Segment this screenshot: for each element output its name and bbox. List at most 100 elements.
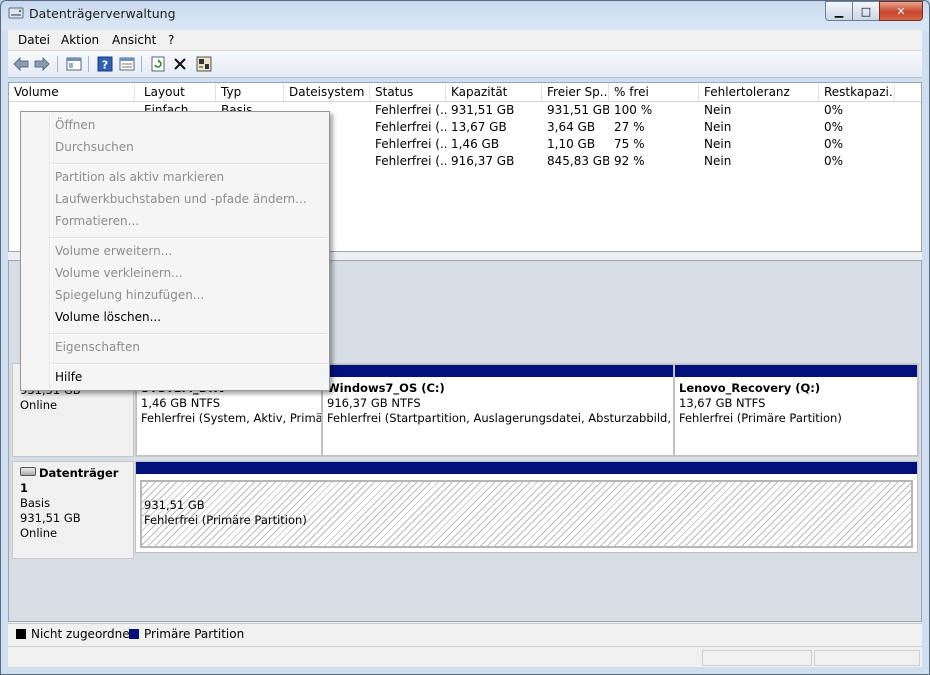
cell-kapazitaet: 1,46 GB <box>451 137 500 151</box>
cell-rest: 0% <box>824 154 844 168</box>
cell-frei: 3,64 GB <box>547 120 596 134</box>
context-menu: Öffnen Durchsuchen Partition als aktiv m… <box>20 111 330 391</box>
partition-selected-hatch: 931,51 GB Fehlerfrei (Primäre Partition) <box>140 480 913 548</box>
close-icon: ✕ <box>896 4 906 18</box>
partition-lenovo-recovery[interactable]: Lenovo_Recovery (Q:) 13,67 GB NTFS Fehle… <box>674 364 918 456</box>
menu-aktion[interactable]: Aktion <box>61 33 99 47</box>
status-cell <box>814 650 920 666</box>
close-button[interactable]: ✕ <box>879 1 923 21</box>
refresh-icon[interactable] <box>149 55 167 73</box>
column-header-status[interactable]: Status <box>370 83 446 101</box>
column-header-volume[interactable]: Volume <box>9 83 135 101</box>
properties-icon[interactable] <box>118 55 136 73</box>
menu-item-eigenschaften[interactable]: Eigenschaften <box>55 340 140 354</box>
cell-status: Fehlerfrei (... <box>375 103 446 117</box>
forward-icon[interactable] <box>33 55 51 73</box>
context-menu-gutter <box>49 114 51 388</box>
menu-item-partition-aktiv[interactable]: Partition als aktiv markieren <box>55 170 224 184</box>
cell-fehlertoleranz: Nein <box>704 120 732 134</box>
partition-status: Fehlerfrei (Primäre Partition) <box>679 411 842 425</box>
cell-prozent: 27 % <box>614 120 645 134</box>
menu-item-volume-verkleinern[interactable]: Volume verkleinern... <box>55 266 183 280</box>
console-tree-icon[interactable] <box>65 55 83 73</box>
menu-item-laufwerkbuchstaben[interactable]: Laufwerkbuchstaben und -pfade ändern... <box>55 192 307 206</box>
cell-frei: 845,83 GB <box>547 154 609 168</box>
settings-icon[interactable] <box>195 55 213 73</box>
partition-status: Fehlerfrei (Primäre Partition) <box>144 513 307 527</box>
cell-status: Fehlerfrei (... <box>375 137 446 151</box>
partition-name: Lenovo_Recovery (Q:) <box>679 381 821 395</box>
menu-help[interactable]: ? <box>168 33 174 47</box>
column-header-fehlertoleranz[interactable]: Fehlertoleranz <box>699 83 819 101</box>
column-header-layout[interactable]: Layout <box>139 83 216 101</box>
menu-separator <box>51 363 327 365</box>
cell-prozent: 75 % <box>614 137 645 151</box>
window-buttons: ▁ □ ✕ <box>825 1 923 21</box>
menu-separator <box>51 333 327 335</box>
cell-rest: 0% <box>824 120 844 134</box>
partition-bar <box>323 365 673 377</box>
menu-separator <box>51 163 327 165</box>
column-header-freier-speicher[interactable]: Freier Sp... <box>542 83 609 101</box>
partition-name: Windows7_OS (C:) <box>327 381 445 395</box>
maximize-icon: □ <box>860 4 872 18</box>
partition-size: 931,51 GB <box>144 498 205 512</box>
volume-list-header: Volume Layout Typ Dateisystem Status Kap… <box>9 83 921 102</box>
status-bar <box>8 646 922 667</box>
column-header-prozent-frei[interactable]: % frei <box>609 83 699 101</box>
disk1-type: Basis <box>20 496 51 510</box>
partition-size: 916,37 GB NTFS <box>327 396 421 410</box>
cell-prozent: 92 % <box>614 154 645 168</box>
delete-icon[interactable] <box>171 55 189 73</box>
svg-text:?: ? <box>102 59 108 72</box>
toolbar-separator <box>57 56 58 72</box>
menu-item-formatieren[interactable]: Formatieren... <box>55 214 139 228</box>
status-cell <box>702 650 812 666</box>
menu-item-volume-loeschen[interactable]: Volume löschen... <box>55 310 161 324</box>
column-header-restkapazitaet[interactable]: Restkapazi... <box>819 83 895 101</box>
cell-prozent: 100 % <box>614 103 653 117</box>
disk-management-window: Datenträgerverwaltung ▁ □ ✕ Datei Aktion… <box>0 0 930 675</box>
disk1-size: 931,51 GB <box>20 511 81 525</box>
cell-kapazitaet: 916,37 GB <box>451 154 515 168</box>
help-icon[interactable]: ? <box>96 55 114 73</box>
cell-frei: 1,10 GB <box>547 137 596 151</box>
cell-status: Fehlerfrei (... <box>375 120 446 134</box>
partition-windows7-os[interactable]: Windows7_OS (C:) 916,37 GB NTFS Fehlerfr… <box>322 364 674 456</box>
disk0-state: Online <box>20 398 58 412</box>
cell-fehlertoleranz: Nein <box>704 137 732 151</box>
menu-item-hilfe[interactable]: Hilfe <box>55 370 82 384</box>
legend-primary-label: Primäre Partition <box>144 627 245 641</box>
cell-status: Fehlerfrei (... <box>375 154 446 168</box>
back-icon[interactable] <box>12 55 30 73</box>
minimize-button[interactable]: ▁ <box>825 1 853 21</box>
title-bar[interactable]: Datenträgerverwaltung ▁ □ ✕ <box>1 1 929 27</box>
disk1-info[interactable]: Datenträger 1 Basis 931,51 GB Online <box>12 461 134 559</box>
partition-status: Fehlerfrei (System, Aktiv, Primäre <box>141 411 321 425</box>
window-title: Datenträgerverwaltung <box>29 6 176 21</box>
toolbar: ? <box>8 51 922 78</box>
partition-bar <box>675 365 917 377</box>
cell-frei: 931,51 GB <box>547 103 609 117</box>
column-header-typ[interactable]: Typ <box>216 83 284 101</box>
minimize-icon: ▁ <box>834 4 844 18</box>
cell-kapazitaet: 13,67 GB <box>451 120 507 134</box>
maximize-button[interactable]: □ <box>852 1 880 21</box>
menu-item-oeffnen[interactable]: Öffnen <box>55 118 95 132</box>
disk-management-icon <box>8 7 24 19</box>
legend: Nicht zugeordnet Primäre Partition <box>8 623 922 646</box>
column-header-dateisystem[interactable]: Dateisystem <box>284 83 370 101</box>
partition-size: 1,46 GB NTFS <box>141 396 221 410</box>
menu-ansicht[interactable]: Ansicht <box>112 33 156 47</box>
legend-primary-swatch <box>129 629 139 639</box>
column-header-kapazitaet[interactable]: Kapazität <box>446 83 542 101</box>
menu-datei[interactable]: Datei <box>18 33 50 47</box>
cell-fehlertoleranz: Nein <box>704 103 732 117</box>
menu-item-volume-erweitern[interactable]: Volume erweitern... <box>55 244 172 258</box>
partition-disk1-primary[interactable]: 931,51 GB Fehlerfrei (Primäre Partition) <box>135 461 918 553</box>
cell-rest: 0% <box>824 137 844 151</box>
cell-rest: 0% <box>824 103 844 117</box>
menu-item-spiegelung[interactable]: Spiegelung hinzufügen... <box>55 288 204 302</box>
disk1-partitions: 931,51 GB Fehlerfrei (Primäre Partition) <box>135 461 919 553</box>
menu-item-durchsuchen[interactable]: Durchsuchen <box>55 140 134 154</box>
